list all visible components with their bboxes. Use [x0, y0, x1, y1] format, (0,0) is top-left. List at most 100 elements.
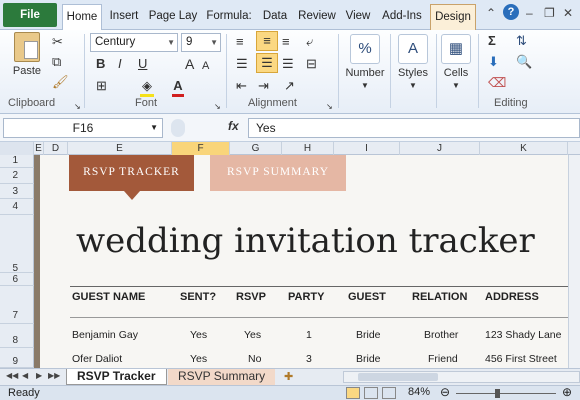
decrease-indent-icon[interactable]: ⇤ [236, 78, 247, 94]
header-party[interactable]: PARTY [288, 291, 324, 303]
cell-guest[interactable]: Bride [356, 329, 381, 341]
italic-button[interactable]: I [118, 56, 122, 72]
tab-view[interactable]: View [342, 4, 374, 30]
tab-file[interactable]: File [3, 3, 57, 27]
tab-home[interactable]: Home [62, 4, 102, 31]
last-sheet-icon[interactable]: ▶▶ [48, 371, 60, 380]
column-header-selected[interactable]: F [172, 142, 230, 155]
cut-icon[interactable]: ✂ [52, 34, 63, 50]
bold-button[interactable]: B [96, 56, 105, 72]
clipboard-launcher-icon[interactable]: ↘ [74, 99, 81, 115]
horizontal-scrollbar[interactable] [343, 371, 580, 383]
prev-sheet-icon[interactable]: ◀ [22, 371, 28, 380]
header-relation[interactable]: RELATION [412, 291, 467, 303]
column-header[interactable]: G [230, 142, 282, 155]
vertical-scrollbar[interactable] [568, 155, 580, 368]
header-guest[interactable]: GUEST [348, 291, 386, 303]
merge-center-icon[interactable]: ⊟ [306, 56, 317, 72]
tab-review[interactable]: Review [294, 4, 340, 30]
sort-filter-icon[interactable]: ⇅ [516, 33, 527, 49]
row-header[interactable]: 7 [0, 286, 34, 324]
tab-addins[interactable]: Add-Ins [376, 4, 428, 30]
fill-color-icon[interactable]: ◈ [140, 78, 154, 97]
row-header[interactable]: 4 [0, 199, 34, 215]
align-right-icon[interactable]: ☰ [282, 56, 294, 72]
font-name-select[interactable]: Century ▼ [90, 33, 178, 52]
column-header[interactable]: I [334, 142, 400, 155]
zoom-slider[interactable] [456, 393, 556, 394]
align-bottom-icon[interactable]: ≡ [282, 34, 290, 50]
minimize-ribbon-icon[interactable]: ⌃ [486, 6, 496, 20]
sheet-tab-rsvp-summary[interactable]: RSVP Summary [168, 369, 276, 385]
cell-guest-name[interactable]: Benjamin Gay [72, 329, 138, 341]
zoom-in-icon[interactable]: ⊕ [562, 385, 572, 399]
select-all-corner[interactable] [0, 142, 34, 155]
row-header[interactable]: 2 [0, 168, 34, 184]
underline-button[interactable]: U [138, 56, 147, 72]
row-header[interactable]: 1 [0, 155, 34, 168]
zoom-out-icon[interactable]: ⊖ [440, 385, 450, 399]
clear-icon[interactable]: ⌫ [488, 75, 506, 91]
header-sent[interactable]: SENT? [180, 291, 216, 303]
cell-relation[interactable]: Friend [428, 353, 458, 365]
align-top-icon[interactable]: ≡ [236, 34, 244, 50]
tab-formulas[interactable]: Formula: [202, 4, 256, 30]
align-middle-icon[interactable]: ≡ [256, 31, 278, 51]
zoom-level[interactable]: 84% [408, 386, 430, 398]
row-header[interactable]: 6 [0, 273, 34, 286]
font-size-select[interactable]: 9 ▼ [181, 33, 221, 52]
column-header[interactable]: E [34, 142, 44, 155]
window-restore-icon[interactable]: ❐ [544, 6, 555, 20]
column-header[interactable]: D [44, 142, 68, 155]
next-sheet-icon[interactable]: ▶ [36, 371, 42, 380]
align-left-icon[interactable]: ☰ [236, 56, 248, 72]
tab-page-layout[interactable]: Page Lay [146, 4, 200, 30]
column-header[interactable]: K [480, 142, 568, 155]
column-header[interactable]: E [68, 142, 172, 155]
page-layout-view-icon[interactable] [364, 387, 378, 399]
cell-relation[interactable]: Brother [424, 329, 458, 341]
cell-address[interactable]: 456 First Street [485, 353, 557, 365]
window-minimize-icon[interactable]: – [526, 6, 533, 20]
insert-function-button[interactable]: fx [228, 119, 239, 133]
cell-address[interactable]: 123 Shady Lane [485, 329, 561, 341]
rsvp-tracker-tab-button[interactable]: RSVP TRACKER [69, 155, 194, 200]
normal-view-icon[interactable] [346, 387, 360, 399]
shrink-font-icon[interactable]: A [202, 58, 209, 74]
cell-guest-name[interactable]: Ofer Daliot [72, 353, 122, 365]
cell-guest[interactable]: Bride [356, 353, 381, 365]
cell-party[interactable]: 1 [306, 329, 312, 341]
header-address[interactable]: ADDRESS [485, 291, 539, 303]
borders-icon[interactable]: ⊞ [96, 78, 107, 94]
cell-rsvp[interactable]: No [248, 353, 261, 365]
row-header[interactable]: 3 [0, 184, 34, 199]
page-break-view-icon[interactable] [382, 387, 396, 399]
tab-insert[interactable]: Insert [104, 4, 144, 30]
styles-button[interactable]: A Styles ▼ [392, 34, 434, 91]
insert-sheet-icon[interactable]: ✚ [284, 370, 293, 383]
increase-indent-icon[interactable]: ⇥ [258, 78, 269, 94]
column-header[interactable]: J [400, 142, 480, 155]
alignment-launcher-icon[interactable]: ↘ [326, 99, 333, 115]
copy-icon[interactable]: ⧉ [52, 54, 61, 70]
grow-font-icon[interactable]: A [185, 56, 194, 72]
font-launcher-icon[interactable]: ↘ [214, 99, 221, 115]
tab-data[interactable]: Data [258, 4, 292, 30]
sheet-tab-rsvp-tracker[interactable]: RSVP Tracker [66, 369, 167, 385]
cell-rsvp[interactable]: Yes [244, 329, 261, 341]
name-box[interactable]: F16 ▼ [3, 118, 163, 138]
worksheet[interactable]: RSVP TRACKER RSVP SUMMARY wedding invita… [34, 155, 580, 368]
cells-button[interactable]: ▦ Cells ▼ [436, 34, 476, 91]
wrap-text-icon[interactable]: ⤶ [306, 34, 313, 50]
orientation-icon[interactable]: ↗ [284, 78, 295, 94]
cell-sent[interactable]: Yes [190, 353, 207, 365]
window-close-icon[interactable]: ✕ [563, 6, 573, 20]
formula-input[interactable]: Yes [248, 118, 580, 138]
fill-icon[interactable]: ⬇ [488, 54, 499, 70]
row-header[interactable]: 8 [0, 324, 34, 348]
row-header[interactable]: 5 [0, 215, 34, 274]
row-header[interactable]: 9 [0, 348, 34, 368]
paste-button[interactable]: Paste [8, 32, 46, 77]
format-painter-icon[interactable]: 🖌 [52, 74, 69, 90]
help-icon[interactable]: ? [503, 4, 519, 20]
